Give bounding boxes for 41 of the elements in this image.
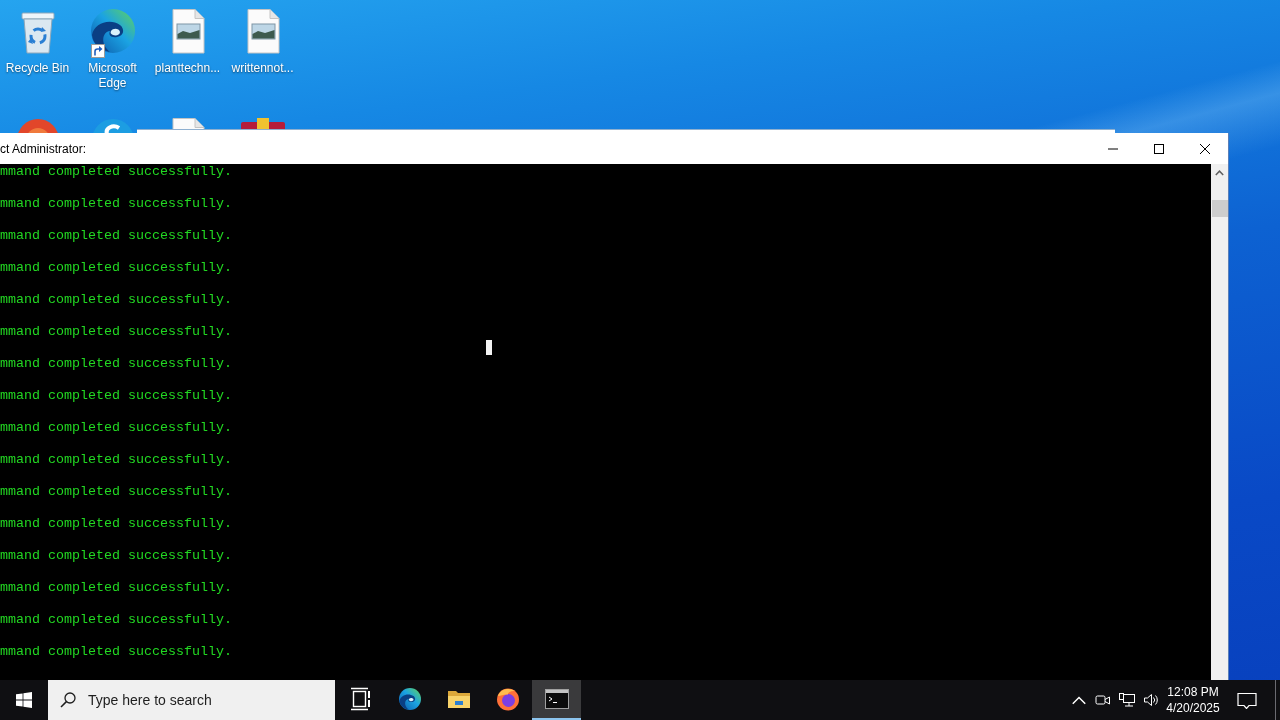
clock[interactable]: 12:08 PM 4/20/2025	[1163, 680, 1223, 720]
desktop-icon-label[interactable]: planttechn...	[154, 61, 221, 76]
search-field[interactable]: Type here to search	[48, 680, 335, 720]
close-icon	[1200, 143, 1210, 154]
console-line: mmand completed successfully.	[0, 324, 232, 339]
notifications-icon[interactable]	[1237, 691, 1257, 709]
scrollbar[interactable]	[1211, 164, 1228, 680]
console-line: mmand completed successfully.	[0, 484, 232, 499]
speaker-icon[interactable]	[1143, 692, 1159, 708]
terminal-icon	[544, 687, 569, 711]
console-line: mmand completed successfully.	[0, 260, 232, 275]
window-title: ct Administrator:	[0, 141, 87, 156]
video-camera-icon[interactable]	[1095, 692, 1111, 708]
desktop-icon-label[interactable]: Recycle Bin	[5, 61, 70, 76]
console-line: mmand completed successfully.	[0, 164, 232, 179]
console-line: mmand completed successfully.	[0, 228, 232, 243]
console-line: mmand completed successfully.	[0, 452, 232, 467]
console-line: mmand completed successfully.	[0, 196, 232, 211]
network-icon[interactable]	[1119, 692, 1135, 708]
swirl-logo-icon[interactable]	[88, 7, 137, 55]
console-line: mmand completed successfully.	[0, 612, 232, 627]
console-line: mmand completed successfully.	[0, 580, 232, 595]
console-line: mmand completed successfully.	[0, 356, 232, 371]
fox-logo-icon	[495, 687, 520, 711]
windows-logo-icon	[16, 692, 32, 708]
console-line: mmand completed successfully.	[0, 292, 232, 307]
desktop-icon-label[interactable]: writtennot...	[231, 61, 294, 76]
scrollbar-thumb[interactable]	[1211, 200, 1228, 217]
chevron-up-icon	[1215, 169, 1224, 176]
search-icon	[60, 692, 76, 708]
chevron-up-icon[interactable]	[1071, 695, 1087, 705]
console-line: mmand completed successfully.	[0, 516, 232, 531]
console-line: mmand completed successfully.	[0, 644, 232, 659]
console-line: mmand completed successfully.	[0, 420, 232, 435]
swirl-logo-icon	[397, 687, 422, 711]
taskbar-app-button[interactable]	[532, 680, 581, 720]
console-line: mmand completed successfully.	[0, 388, 232, 403]
desktop-icon-label[interactable]: Microsoft Edge	[75, 61, 150, 91]
task-view-icon	[348, 687, 373, 711]
maximize-icon	[1154, 143, 1164, 154]
console-line: mmand completed successfully.	[0, 548, 232, 563]
